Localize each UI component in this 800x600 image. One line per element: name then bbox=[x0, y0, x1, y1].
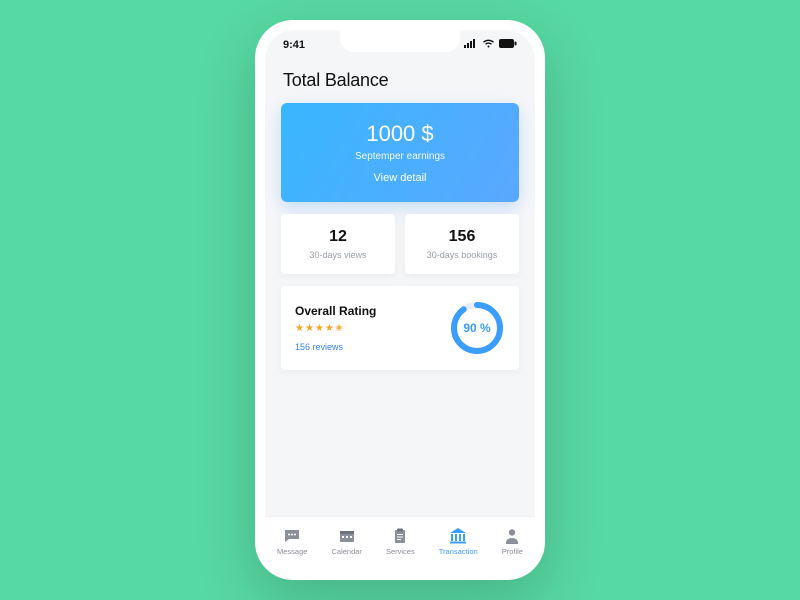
views-value: 12 bbox=[287, 228, 389, 246]
notch bbox=[340, 30, 460, 52]
tab-label: Calendar bbox=[331, 547, 361, 556]
tab-bar: Message Calendar Services Transaction bbox=[265, 516, 535, 570]
status-time: 9:41 bbox=[283, 39, 305, 51]
calendar-icon bbox=[338, 528, 356, 544]
wifi-icon bbox=[482, 39, 495, 51]
rating-info: Overall Rating ★★★★✬ 156 reviews bbox=[295, 304, 376, 352]
bookings-card[interactable]: 156 30-days bookings bbox=[405, 214, 519, 274]
clipboard-icon bbox=[391, 528, 409, 544]
battery-icon bbox=[499, 39, 517, 51]
signal-icon bbox=[464, 39, 478, 51]
views-card[interactable]: 12 30-days views bbox=[281, 214, 395, 274]
stats-row: 12 30-days views 156 30-days bookings bbox=[281, 214, 519, 274]
view-detail-link[interactable]: View detail bbox=[374, 172, 427, 184]
tab-services[interactable]: Services bbox=[386, 528, 415, 556]
page-title: Total Balance bbox=[283, 70, 519, 91]
balance-subtitle: Septemper earnings bbox=[291, 151, 509, 162]
status-indicators bbox=[464, 39, 517, 51]
profile-icon bbox=[503, 528, 521, 544]
tab-profile[interactable]: Profile bbox=[502, 528, 523, 556]
views-label: 30-days views bbox=[287, 250, 389, 260]
screen: 9:41 Total Balance 1000 $ Septemper earn… bbox=[265, 30, 535, 570]
tab-label: Transaction bbox=[439, 547, 478, 556]
tab-message[interactable]: Message bbox=[277, 528, 307, 556]
rating-ring: 90 % bbox=[449, 300, 505, 356]
content: Total Balance 1000 $ Septemper earnings … bbox=[265, 60, 535, 516]
bank-icon bbox=[449, 528, 467, 544]
tab-calendar[interactable]: Calendar bbox=[331, 528, 361, 556]
tab-transaction[interactable]: Transaction bbox=[439, 528, 478, 556]
rating-title: Overall Rating bbox=[295, 304, 376, 318]
phone-frame: 9:41 Total Balance 1000 $ Septemper earn… bbox=[255, 20, 545, 580]
rating-percent: 90 % bbox=[449, 300, 505, 356]
balance-amount: 1000 $ bbox=[291, 121, 509, 147]
bookings-label: 30-days bookings bbox=[411, 250, 513, 260]
rating-stars: ★★★★✬ bbox=[295, 323, 376, 334]
message-icon bbox=[283, 528, 301, 544]
bookings-value: 156 bbox=[411, 228, 513, 246]
rating-card[interactable]: Overall Rating ★★★★✬ 156 reviews 90 % bbox=[281, 286, 519, 370]
tab-label: Profile bbox=[502, 547, 523, 556]
balance-card: 1000 $ Septemper earnings View detail bbox=[281, 103, 519, 202]
rating-reviews-link[interactable]: 156 reviews bbox=[295, 342, 376, 352]
tab-label: Message bbox=[277, 547, 307, 556]
tab-label: Services bbox=[386, 547, 415, 556]
